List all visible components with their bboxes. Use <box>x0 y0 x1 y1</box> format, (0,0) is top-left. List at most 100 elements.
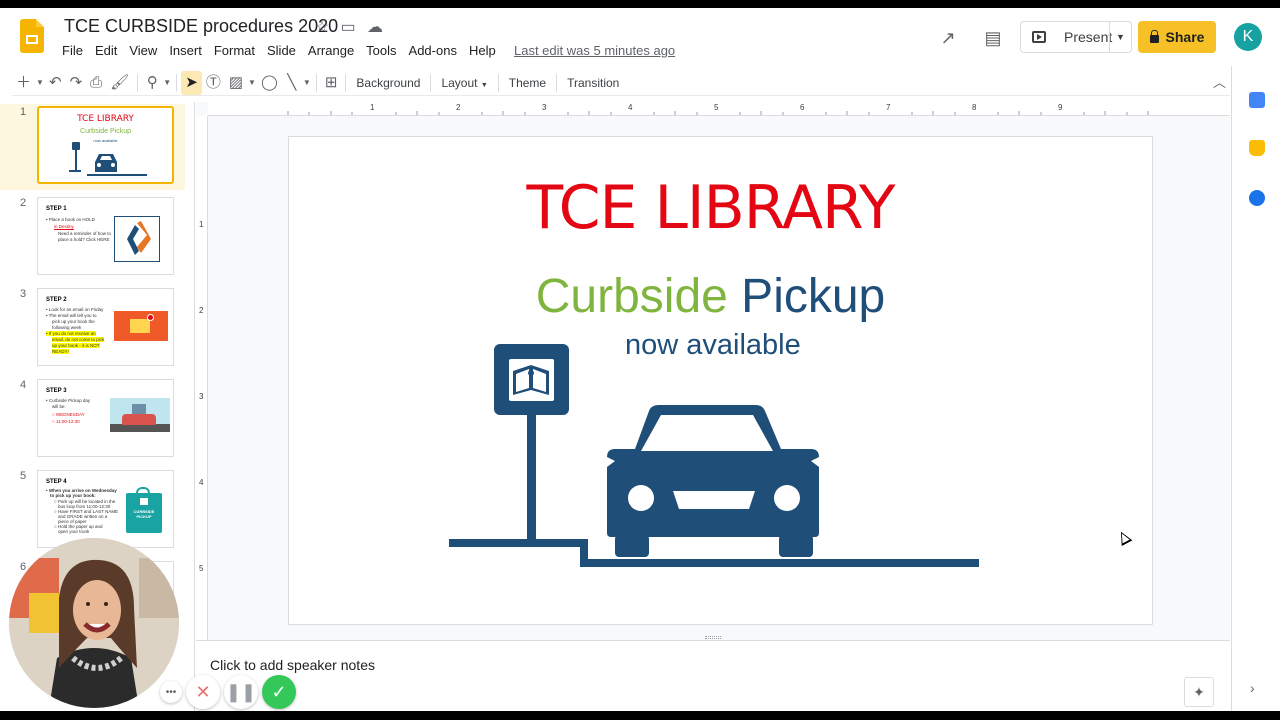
layout-button[interactable]: Layout ▼ <box>435 71 493 95</box>
expand-side-panel-icon[interactable]: › <box>1250 680 1255 696</box>
text-box-icon[interactable]: Ⓣ <box>202 71 225 95</box>
ruler-label: 8 <box>972 103 977 112</box>
slide-thumbnail[interactable]: STEP 4 • When you arrive on Wednesday to… <box>37 470 174 548</box>
car-icon <box>607 405 819 557</box>
explore-icon[interactable]: ✦ <box>1184 677 1214 707</box>
menu-file[interactable]: File <box>56 42 89 60</box>
horizontal-ruler[interactable]: 1 2 3 4 5 6 7 8 9 <box>208 102 1230 116</box>
toolbar-divider <box>345 73 347 92</box>
speaker-notes[interactable]: Click to add speaker notes ✦ <box>196 640 1230 711</box>
slide-thumbnail[interactable]: STEP 1 • Place a book on HOLD in Destiny… <box>37 197 174 275</box>
slide-subtitle[interactable]: Curbside Pickup <box>289 269 1132 324</box>
filmstrip-slide-4[interactable]: 4 STEP 3 • Curbside Pickup day will be: … <box>0 377 185 463</box>
thumb-subtitle: Curbside Pickup <box>80 128 131 135</box>
thumb-line: email, do not come to pick <box>52 337 105 342</box>
thumb-line: pick up your book the <box>52 319 95 324</box>
theme-button[interactable]: Theme <box>503 71 552 95</box>
undo-icon[interactable]: ↶ <box>45 71 66 95</box>
move-to-folder-icon[interactable]: ▭ <box>338 18 358 38</box>
image-dropdown-icon[interactable]: ▼ <box>247 71 257 95</box>
calendar-icon[interactable] <box>1249 92 1265 108</box>
line-dropdown-icon[interactable]: ▼ <box>302 71 312 95</box>
ruler-label: 7 <box>886 103 891 112</box>
menu-edit[interactable]: Edit <box>89 42 123 60</box>
finish-recording-icon[interactable]: ✓ <box>262 675 296 709</box>
slides-logo-icon[interactable] <box>20 19 44 53</box>
star-icon[interactable]: ☆ <box>312 18 332 38</box>
collapse-toolbar-icon[interactable]: ︿ <box>1209 71 1230 95</box>
insert-image-icon[interactable]: ▨ <box>225 71 247 95</box>
toolbar-divider <box>497 73 499 92</box>
ruler-label: 2 <box>199 306 204 315</box>
line-icon[interactable]: ╲ <box>282 71 302 95</box>
slide-title[interactable]: TCE LIBRARY <box>289 173 1132 243</box>
menu-addons[interactable]: Add-ons <box>403 42 463 60</box>
ruler-label: 6 <box>800 103 805 112</box>
activity-dashboard-icon[interactable]: ↗ <box>936 26 960 50</box>
cancel-recording-icon[interactable]: ✕ <box>186 675 220 709</box>
shape-icon[interactable]: ◯ <box>257 71 282 95</box>
slide-number: 2 <box>20 197 27 209</box>
road <box>110 424 170 432</box>
curbside-car-illustration[interactable] <box>439 337 989 577</box>
comments-icon[interactable]: ▤ <box>981 26 1005 50</box>
account-avatar[interactable]: K <box>1234 23 1262 51</box>
print-icon[interactable]: ⎙ <box>86 71 106 95</box>
thumb-line: to pick up your book: <box>50 493 96 498</box>
recording-controls: ••• ✕ ❚❚ ✓ <box>160 674 300 710</box>
cloud-saved-icon[interactable]: ☁ <box>365 18 385 38</box>
presenter-video-image <box>9 538 179 708</box>
more-options-icon[interactable]: ••• <box>160 681 182 703</box>
keep-icon[interactable] <box>1249 140 1265 156</box>
slide-thumbnail[interactable]: STEP 3 • Curbside Pickup day will be: ○ … <box>37 379 174 457</box>
present-button[interactable]: Present ▼ <box>1020 21 1132 53</box>
new-slide-dropdown-icon[interactable]: ▼ <box>35 71 45 95</box>
background-button[interactable]: Background <box>350 71 426 95</box>
books-stack-icon <box>132 404 146 414</box>
destiny-logo-icon <box>127 221 151 255</box>
zoom-dropdown-icon[interactable]: ▼ <box>162 71 172 95</box>
slide-canvas[interactable]: TCE LIBRARY Curbside Pickup now availabl… <box>288 136 1153 625</box>
menu-view[interactable]: View <box>123 42 163 60</box>
select-pointer-icon[interactable]: ➤ <box>181 70 202 95</box>
paint-format-icon[interactable]: 🖌 <box>106 71 133 95</box>
toolbar-divider <box>137 73 139 92</box>
notification-dot-icon <box>147 314 154 321</box>
thumb-line: place a hold? Click HERE <box>58 237 110 242</box>
thumb-title: STEP 4 <box>46 479 67 485</box>
menu-tools[interactable]: Tools <box>360 42 402 60</box>
zoom-icon[interactable]: ⚲ <box>142 71 162 95</box>
pause-recording-icon[interactable]: ❚❚ <box>224 675 258 709</box>
add-comment-icon[interactable]: ⊞ <box>321 71 342 95</box>
toolbar-divider <box>556 73 558 92</box>
share-button[interactable]: Share <box>1138 21 1216 53</box>
ruler-label: 9 <box>1058 103 1063 112</box>
menu-insert[interactable]: Insert <box>163 42 208 60</box>
ruler-label: 3 <box>199 392 204 401</box>
vertical-ruler[interactable]: 1 2 3 4 5 <box>196 116 208 640</box>
filmstrip-slide-3[interactable]: 3 STEP 2 • Look for an email on Friday •… <box>0 286 185 372</box>
menu-slide[interactable]: Slide <box>261 42 302 60</box>
layout-label: Layout <box>441 75 478 90</box>
tasks-icon[interactable] <box>1249 190 1265 206</box>
slide-number: 5 <box>20 470 27 482</box>
present-dropdown-icon[interactable]: ▼ <box>1109 22 1131 52</box>
document-title[interactable]: TCE CURBSIDE procedures 2020 <box>64 16 338 37</box>
slide-thumbnail[interactable]: STEP 2 • Look for an email on Friday • T… <box>37 288 174 366</box>
filmstrip-slide-2[interactable]: 2 STEP 1 • Place a book on HOLD in Desti… <box>0 195 185 281</box>
thumb-title: STEP 1 <box>46 206 67 212</box>
new-slide-icon[interactable]: ＋ <box>12 71 35 95</box>
menu-help[interactable]: Help <box>463 42 502 60</box>
redo-icon[interactable]: ↷ <box>66 71 87 95</box>
destiny-logo-image <box>114 216 160 262</box>
red-car-icon <box>122 414 156 425</box>
menu-format[interactable]: Format <box>208 42 261 60</box>
transition-button[interactable]: Transition <box>561 71 625 95</box>
last-edit-link[interactable]: Last edit was 5 minutes ago <box>514 42 675 60</box>
menu-arrange[interactable]: Arrange <box>302 42 360 60</box>
filmstrip-slide-1[interactable]: 1 TCE LIBRARY Curbside Pickup now availa… <box>0 104 185 190</box>
toolbar-divider <box>176 73 178 92</box>
curb-line <box>449 539 979 567</box>
slide-thumbnail[interactable]: TCE LIBRARY Curbside Pickup now availabl… <box>37 106 174 184</box>
speaker-notes-placeholder[interactable]: Click to add speaker notes <box>210 657 375 673</box>
